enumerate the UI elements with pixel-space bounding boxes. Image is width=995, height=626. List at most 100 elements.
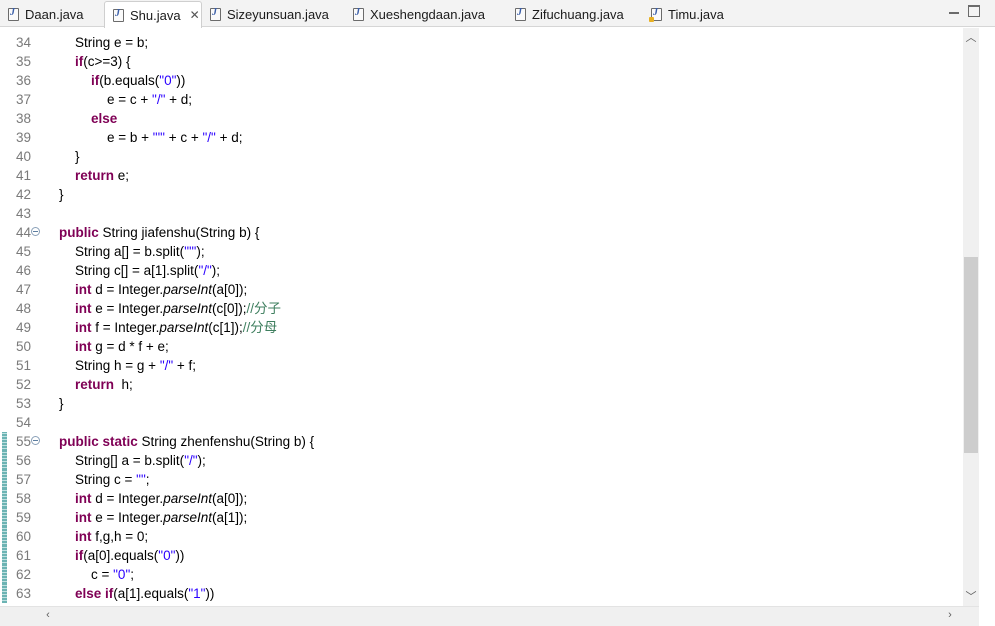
- line-number: 39: [15, 130, 31, 145]
- code-token: //分母: [242, 320, 278, 335]
- code-line[interactable]: 51 String h = g + "/" + f;: [0, 356, 963, 375]
- line-number: 61: [15, 548, 31, 563]
- close-icon[interactable]: ✕: [190, 9, 200, 21]
- code-line[interactable]: 41 return e;: [0, 166, 963, 185]
- code-token: "0": [159, 73, 177, 88]
- code-line[interactable]: 37 e = c + "/" + d;: [0, 90, 963, 109]
- code-token: return: [75, 377, 115, 392]
- line-number: 51: [15, 358, 31, 373]
- code-line[interactable]: 57 String c = "";: [0, 470, 963, 489]
- code-token: int: [75, 491, 92, 506]
- code-token: "/": [202, 130, 216, 145]
- scroll-left-arrow-icon[interactable]: ‹: [40, 607, 56, 623]
- line-number: 41: [15, 168, 31, 183]
- code-token: "/": [159, 358, 174, 373]
- code-line[interactable]: 54: [0, 413, 963, 432]
- code-token: int: [75, 301, 92, 316]
- vertical-scrollbar-thumb[interactable]: [964, 257, 978, 453]
- editor-tab-bar: Daan.java Shu.java ✕ Sizeyunsuan.java Xu…: [0, 0, 995, 28]
- code-line[interactable]: 35 if(c>=3) {: [0, 52, 963, 71]
- code-token: e = Integer.: [91, 301, 164, 316]
- code-line[interactable]: 47 int d = Integer.parseInt(a[0]);: [0, 280, 963, 299]
- maximize-icon[interactable]: [968, 5, 980, 17]
- code-token: String zhenfenshu(String b) {: [137, 434, 315, 449]
- line-number: 40: [15, 149, 31, 164]
- code-line[interactable]: 40}: [0, 147, 963, 166]
- minimize-icon[interactable]: [948, 5, 960, 17]
- code-token: //分子: [246, 301, 281, 316]
- horizontal-scrollbar[interactable]: [0, 606, 979, 626]
- code-token: (a[1].equals(: [113, 586, 189, 601]
- code-token: );: [197, 453, 206, 468]
- line-number: 50: [15, 339, 31, 354]
- java-file-icon: [353, 7, 364, 21]
- tab-zifuchuang-java[interactable]: Zifuchuang.java: [507, 2, 624, 27]
- code-line[interactable]: 52 return h;: [0, 375, 963, 394]
- code-token: (a[0].equals(: [83, 548, 159, 563]
- code-text: e = b + "'" + c + "/" + d;: [107, 128, 243, 147]
- code-line[interactable]: 55 public static String zhenfenshu(String…: [0, 432, 963, 451]
- java-file-icon: [8, 7, 19, 21]
- fold-collapse-icon[interactable]: [31, 227, 40, 236]
- code-text: String h = g + "/" + f;: [75, 356, 196, 375]
- line-number: 46: [15, 263, 31, 278]
- fold-collapse-icon[interactable]: [31, 436, 40, 445]
- code-token: "/": [152, 92, 166, 107]
- code-text: e = c + "/" + d;: [107, 90, 192, 109]
- code-token: if: [91, 73, 100, 88]
- code-token: "/": [184, 453, 198, 468]
- code-line[interactable]: 43: [0, 204, 963, 223]
- code-line[interactable]: 63 else if(a[1].equals("1")): [0, 584, 963, 603]
- code-token: (c[1]);: [208, 320, 243, 335]
- code-line[interactable]: 45 String a[] = b.split("'");: [0, 242, 963, 261]
- code-line[interactable]: 42}: [0, 185, 963, 204]
- code-token: d = Integer.: [91, 491, 164, 506]
- line-number: 53: [15, 396, 31, 411]
- tab-xueshengdaan-java[interactable]: Xueshengdaan.java: [345, 2, 485, 27]
- tab-label: Zifuchuang.java: [532, 7, 624, 22]
- code-text: else if(a[1].equals("1")): [75, 584, 214, 603]
- code-token: else: [91, 111, 118, 126]
- tab-timu-java[interactable]: Timu.java: [643, 2, 724, 27]
- code-text: return e;: [75, 166, 129, 185]
- code-line[interactable]: 34 String e = b;: [0, 33, 963, 52]
- code-text: int d = Integer.parseInt(a[0]);: [75, 280, 247, 299]
- code-text: String c = "";: [75, 470, 150, 489]
- code-text: int d = Integer.parseInt(a[0]);: [75, 489, 247, 508]
- code-line[interactable]: 49 int f = Integer.parseInt(c[1]);//分母: [0, 318, 963, 337]
- code-token: c =: [91, 567, 114, 582]
- scroll-right-arrow-icon[interactable]: ›: [942, 607, 958, 623]
- line-number: 48: [15, 301, 31, 316]
- code-line[interactable]: 36 if(b.equals("0")): [0, 71, 963, 90]
- code-line[interactable]: 46 String c[] = a[1].split("/");: [0, 261, 963, 280]
- code-token: (a[1]);: [211, 510, 248, 525]
- tab-daan-java[interactable]: Daan.java: [0, 2, 84, 27]
- scroll-up-arrow-icon[interactable]: ︿: [963, 30, 979, 46]
- code-line[interactable]: 58 int d = Integer.parseInt(a[0]);: [0, 489, 963, 508]
- code-line[interactable]: 38 else: [0, 109, 963, 128]
- tab-shu-java[interactable]: Shu.java ✕: [104, 1, 202, 28]
- line-number: 35: [15, 54, 31, 69]
- code-line[interactable]: 56 String[] a = b.split("/");: [0, 451, 963, 470]
- code-line[interactable]: 62 c = "0";: [0, 565, 963, 584]
- code-token: + c +: [164, 130, 203, 145]
- code-line[interactable]: 50 int g = d * f + e;: [0, 337, 963, 356]
- code-line[interactable]: 48 int e = Integer.parseInt(c[0]);//分子: [0, 299, 963, 318]
- line-number: 47: [15, 282, 31, 297]
- scroll-down-arrow-icon[interactable]: ﹀: [963, 589, 979, 605]
- code-token: else if: [75, 586, 114, 601]
- code-line[interactable]: 39 e = b + "'" + c + "/" + d;: [0, 128, 963, 147]
- code-line[interactable]: 60 int f,g,h = 0;: [0, 527, 963, 546]
- code-editor[interactable]: 34 String e = b; 35 if(c>=3) {36 if(b.equals…: [0, 28, 963, 606]
- code-line[interactable]: 59 int e = Integer.parseInt(a[1]);: [0, 508, 963, 527]
- code-line[interactable]: 61 if(a[0].equals("0")): [0, 546, 963, 565]
- line-number: 57: [15, 472, 31, 487]
- vertical-scrollbar[interactable]: [963, 28, 979, 606]
- code-token: (b.equals(: [99, 73, 160, 88]
- code-text: String e = b;: [75, 33, 148, 52]
- tab-sizeyunsuan-java[interactable]: Sizeyunsuan.java: [202, 2, 329, 27]
- tab-label: Daan.java: [25, 7, 84, 22]
- code-line[interactable]: 53}: [0, 394, 963, 413]
- line-number: 52: [15, 377, 31, 392]
- code-line[interactable]: 44 public String jiafenshu(String b) {: [0, 223, 963, 242]
